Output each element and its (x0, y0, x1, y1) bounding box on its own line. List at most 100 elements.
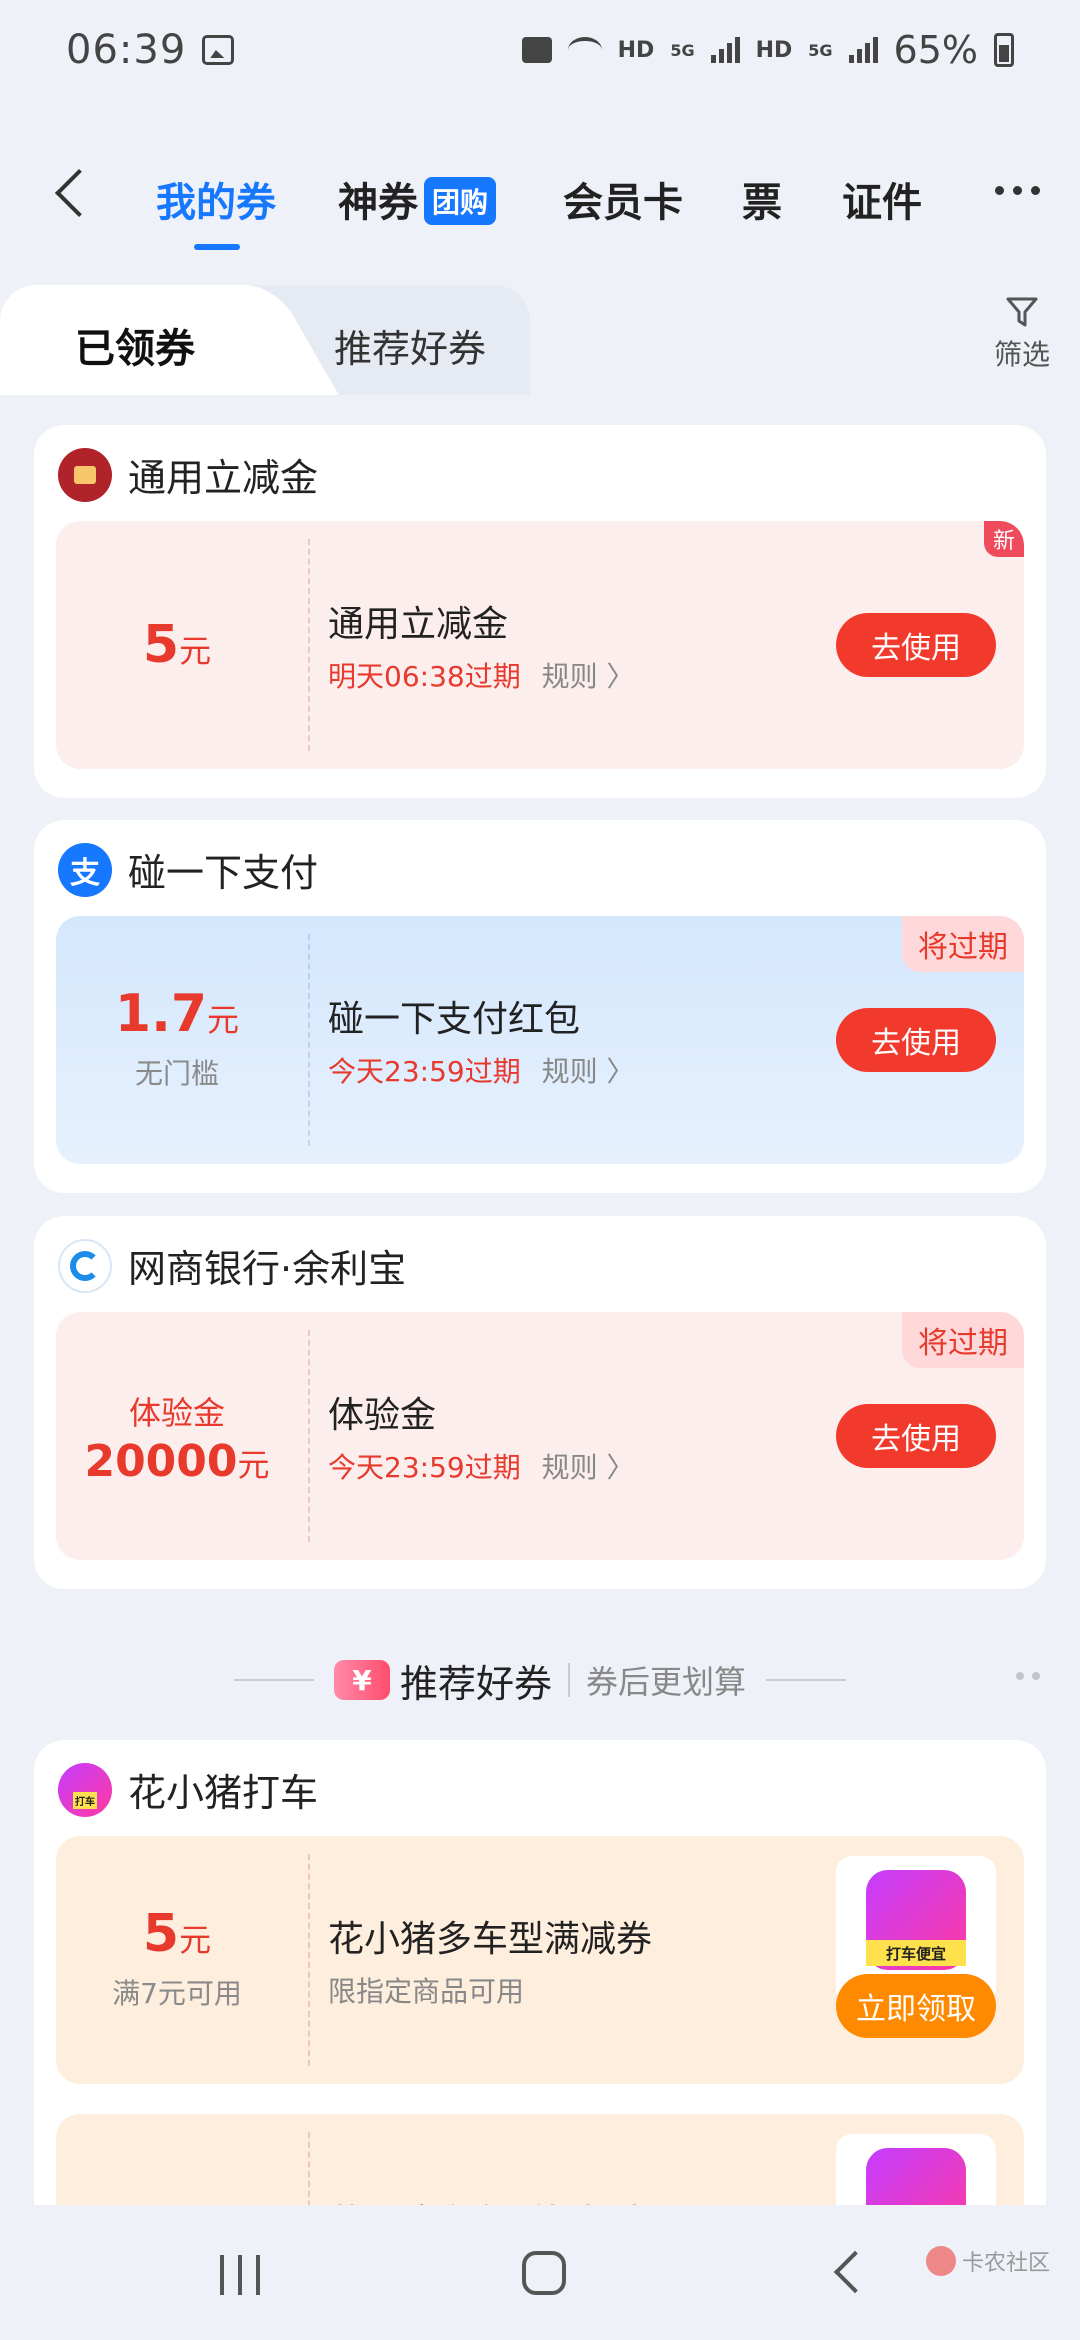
coupon-title: 花小猪多车型满减券 (328, 1919, 653, 1960)
red-envelope-icon (58, 447, 112, 502)
hd-label-2: HD (755, 37, 793, 63)
status-indicators: HD 5G HD 5G 65% (521, 28, 1014, 72)
tab-documents[interactable]: 证件 (842, 170, 922, 228)
tab-claimed-label: 已领券 (75, 326, 195, 372)
sub-tabs: 推荐好券 已领券 筛选 (0, 285, 1080, 405)
watermark-logo-icon (925, 2246, 956, 2276)
tab-tickets[interactable]: 票 (742, 170, 782, 228)
coupon-amount: 5元 (142, 615, 212, 675)
brand-title: 碰一下支付 (128, 851, 319, 895)
card-header: 打车 花小猪打车 (58, 1762, 318, 1817)
message-icon (521, 37, 552, 63)
use-button[interactable]: 去使用 (836, 1404, 996, 1468)
more-options-icon[interactable] (995, 186, 1040, 195)
tab-recommended-coupons[interactable]: 推荐好券 (230, 285, 530, 405)
status-bar: 06:39 HD 5G HD 5G 65% (0, 0, 1080, 100)
coupon-item[interactable]: 5元 通用立减金 明天06:38过期 规则 〉 去使用 新 (56, 521, 1024, 769)
status-time: 06:39 (66, 27, 187, 73)
rules-link[interactable]: 规则 〉 (542, 1451, 635, 1484)
card-header: 通用立减金 (58, 447, 318, 502)
rules-link[interactable]: 规则 〉 (542, 660, 635, 693)
home-icon[interactable] (522, 2251, 566, 2295)
coupon-subtitle: 限指定商品可用 (328, 1975, 525, 2008)
expiring-badge: 将过期 (902, 1312, 1024, 1368)
coupon-meta: 今天23:59过期 规则 〉 (328, 1050, 635, 1090)
coupon-card-tap-pay: 支 碰一下支付 1.7元 无门槛 碰一下支付红包 今天23:59过期 规则 〉 … (34, 820, 1046, 1193)
recommend-subtitle: 券后更划算 (586, 1663, 747, 1701)
brand-title: 花小猪打车 (128, 1771, 319, 1815)
battery-icon (994, 33, 1014, 67)
brand-title: 通用立减金 (128, 456, 319, 500)
hd-label-1: HD (617, 37, 655, 63)
tab-super-coupons-label: 神券 (338, 180, 418, 226)
coupon-amount-block: 1.7元 无门槛 (56, 916, 298, 1164)
tab-my-coupons-label: 我的券 (156, 180, 276, 226)
back-icon[interactable] (50, 168, 100, 218)
coupon-amount-block: 体验金 20000元 (56, 1312, 298, 1560)
wifi-icon (567, 37, 602, 63)
tab-recommended-label: 推荐好券 (333, 326, 486, 371)
coupon-card-mybank: 网商银行·余利宝 体验金 20000元 体验金 今天23:59过期 规则 〉 去… (34, 1216, 1046, 1589)
battery-percent: 65% (893, 28, 978, 72)
claim-button[interactable]: 立即领取 (836, 1974, 996, 2038)
brand-title: 网商银行·余利宝 (128, 1247, 407, 1291)
tab-my-coupons[interactable]: 我的券 (156, 170, 276, 250)
coupon-meta: 明天06:38过期 规则 〉 (328, 655, 635, 695)
tab-claimed-coupons[interactable]: 已领券 (0, 285, 270, 405)
use-button[interactable]: 去使用 (836, 613, 996, 677)
coupon-condition: 无门槛 (134, 1057, 219, 1090)
coupon-amount: 5元 (142, 1904, 212, 1964)
signal-icon (710, 37, 740, 63)
recommend-header: ¥ 推荐好券 券后更划算 (0, 1650, 1080, 1710)
card-header: 网商银行·余利宝 (58, 1238, 406, 1293)
coupon-amount: 20000元 (84, 1436, 270, 1487)
recents-icon[interactable] (220, 2255, 260, 2295)
mybank-icon (58, 1238, 112, 1293)
use-button[interactable]: 去使用 (836, 1008, 996, 1072)
recommend-title: 推荐好券 (399, 1661, 552, 1706)
coupon-yuan-icon: ¥ (333, 1660, 390, 1700)
system-back-icon[interactable] (833, 2250, 877, 2294)
expiry-text: 明天06:38过期 (328, 660, 521, 693)
top-nav: 我的券 神券 团购 会员卡 票 证件 (0, 150, 1080, 250)
network-label-2: 5G (808, 40, 833, 60)
filter-label: 筛选 (993, 338, 1050, 371)
expiring-badge: 将过期 (902, 916, 1024, 972)
watermark: 卡农社区 (925, 2245, 1050, 2277)
coupon-meta: 今天23:59过期 规则 〉 (328, 1446, 635, 1486)
expiry-text: 今天23:59过期 (328, 1451, 521, 1484)
huaxiaozhu-logo-icon: 打车 (58, 1762, 112, 1817)
watermark-text: 卡农社区 (961, 2251, 1050, 2276)
coupon-item[interactable]: 5元 满7元可用 花小猪多车型满减券 限指定商品可用 打车便宜 立即领取 (56, 1836, 1024, 2084)
system-nav-bar: 卡农社区 (0, 2205, 1080, 2340)
filter-icon (1006, 297, 1038, 327)
network-label-1: 5G (670, 40, 695, 60)
tab-member-card[interactable]: 会员卡 (563, 170, 683, 228)
tab-tickets-label: 票 (742, 180, 782, 226)
tab-super-coupons[interactable]: 神券 团购 (338, 170, 497, 228)
group-buy-badge: 团购 (424, 177, 497, 225)
app-icon: 打车便宜 (866, 1870, 966, 1970)
card-header: 支 碰一下支付 (58, 842, 318, 897)
app-icon-label: 打车便宜 (866, 1940, 966, 1966)
coupon-card-huaxiaozhu: 打车 花小猪打车 5元 满7元可用 花小猪多车型满减券 限指定商品可用 打车便宜… (34, 1740, 1046, 2340)
gallery-notification-icon (202, 35, 235, 65)
rules-link[interactable]: 规则 〉 (542, 1055, 635, 1088)
coupon-title: 体验金 (328, 1395, 437, 1436)
signal-icon-2 (848, 37, 878, 63)
coupon-amount-block: 5元 (56, 521, 298, 769)
coupon-title: 碰一下支付红包 (328, 999, 581, 1040)
expiry-text: 今天23:59过期 (328, 1055, 521, 1088)
filter-button[interactable]: 筛选 (994, 295, 1050, 373)
tab-documents-label: 证件 (842, 180, 922, 226)
coupon-amount: 1.7元 (114, 984, 240, 1044)
coupon-card-general: 通用立减金 5元 通用立减金 明天06:38过期 规则 〉 去使用 新 (34, 425, 1046, 798)
coupon-item[interactable]: 1.7元 无门槛 碰一下支付红包 今天23:59过期 规则 〉 去使用 将过期 (56, 916, 1024, 1164)
coupon-item[interactable]: 体验金 20000元 体验金 今天23:59过期 规则 〉 去使用 将过期 (56, 1312, 1024, 1560)
new-badge: 新 (984, 521, 1024, 557)
more-dots-icon[interactable] (1016, 1672, 1040, 1680)
coupon-amount-block: 5元 满7元可用 (56, 1836, 298, 2084)
tab-member-card-label: 会员卡 (563, 180, 683, 226)
alipay-icon: 支 (58, 842, 112, 897)
coupon-pre-label: 体验金 (128, 1394, 225, 1432)
